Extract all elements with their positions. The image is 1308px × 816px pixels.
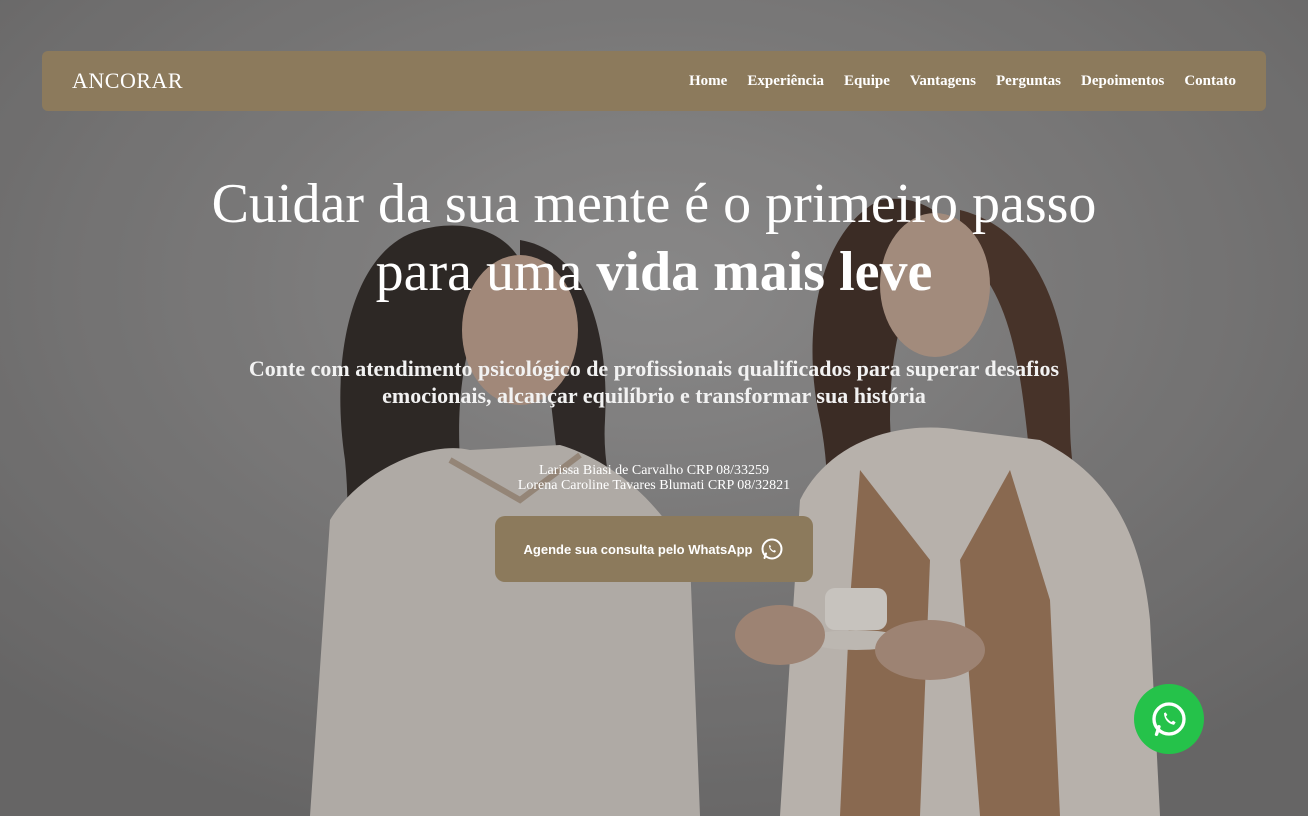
nav-item-home[interactable]: Home	[689, 73, 727, 89]
nav-item-depoimentos[interactable]: Depoimentos	[1081, 73, 1164, 89]
cta-label: Agende sua consulta pelo WhatsApp	[523, 541, 753, 557]
nav-item-experiencia[interactable]: Experiência	[747, 73, 824, 89]
nav-item-perguntas[interactable]: Perguntas	[996, 73, 1061, 89]
floating-whatsapp-button[interactable]	[1134, 684, 1204, 754]
top-navbar: ANCORAR Home Experiência Equipe Vantagen…	[42, 51, 1266, 111]
hero-headline-line2-bold: vida mais leve	[596, 241, 933, 303]
hero-headline: Cuidar da sua mente é o primeiro passo p…	[0, 170, 1308, 306]
hero-subheadline-line1: Conte com atendimento psicológico de pro…	[248, 356, 1060, 381]
nav-item-vantagens[interactable]: Vantagens	[910, 73, 976, 89]
professional-credits: Larissa Biasi de Carvalho CRP 08/33259 L…	[0, 463, 1308, 493]
nav-item-equipe[interactable]: Equipe	[844, 73, 890, 89]
nav-item-contato[interactable]: Contato	[1184, 73, 1236, 89]
hero-headline-line1: Cuidar da sua mente é o primeiro passo	[211, 173, 1097, 235]
site-logo[interactable]: ANCORAR	[72, 68, 183, 94]
whatsapp-icon	[1152, 702, 1186, 736]
hero-subheadline-line2: emocionais, alcançar equilíbrio e transf…	[382, 383, 926, 408]
main-nav: Home Experiência Equipe Vantagens Pergun…	[689, 72, 1236, 90]
credit-larissa: Larissa Biasi de Carvalho CRP 08/33259	[538, 463, 770, 478]
hero-subheadline: Conte com atendimento psicológico de pro…	[0, 355, 1308, 409]
credit-lorena: Lorena Caroline Tavares Blumati CRP 08/3…	[517, 478, 791, 493]
whatsapp-cta-button[interactable]: Agende sua consulta pelo WhatsApp	[495, 516, 813, 582]
hero-headline-line2-regular: para uma	[375, 241, 597, 303]
hero-section: ANCORAR Home Experiência Equipe Vantagen…	[0, 0, 1308, 816]
whatsapp-icon	[760, 537, 784, 561]
